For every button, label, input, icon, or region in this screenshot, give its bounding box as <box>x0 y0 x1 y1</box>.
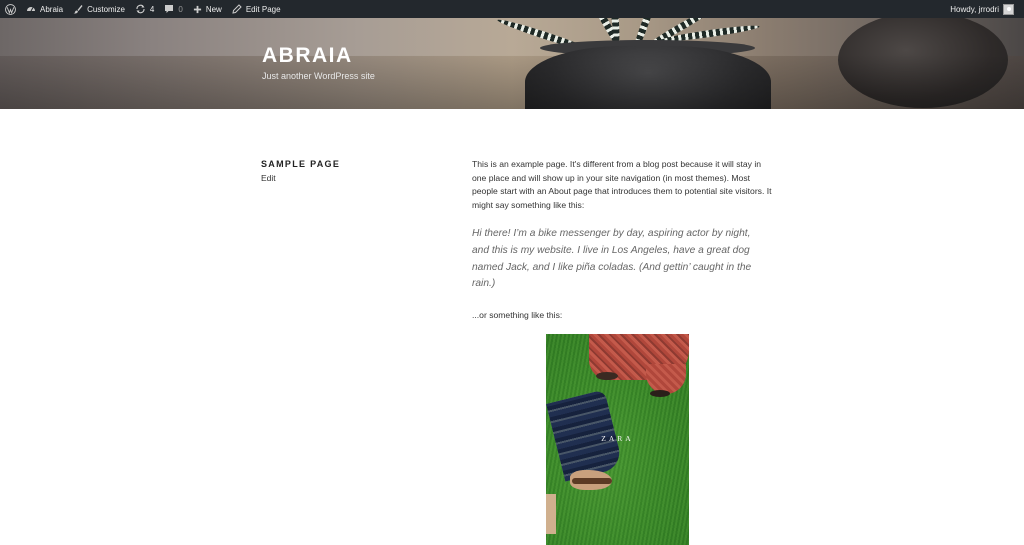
page-title: SAMPLE PAGE <box>261 159 341 169</box>
image-shoe <box>596 372 618 380</box>
pencil-icon <box>232 4 242 14</box>
wordpress-menu[interactable] <box>0 0 21 18</box>
refresh-icon <box>136 4 145 14</box>
site-name-label: Abraia <box>40 4 64 14</box>
admin-bar: Abraia Customize 4 0 New Edit Page Howdy… <box>0 0 1024 18</box>
plus-icon <box>193 5 201 13</box>
image-leg <box>546 494 556 534</box>
header-shade <box>0 18 1024 109</box>
new-label: New <box>205 4 222 14</box>
image-brand-text: ZARA <box>601 434 634 443</box>
customize-label: Customize <box>87 4 125 14</box>
intro-paragraph: This is an example page. It's different … <box>472 159 772 210</box>
dashboard-icon <box>27 7 35 12</box>
page-image: ZARA <box>546 334 689 545</box>
updates-link[interactable]: 4 <box>130 0 159 18</box>
paintbrush-icon <box>73 5 83 14</box>
comment-icon <box>165 5 174 13</box>
site-name-menu[interactable]: Abraia <box>21 0 68 18</box>
avatar <box>1003 3 1014 15</box>
comments-count: 0 <box>178 4 183 14</box>
edit-page-label: Edit Page <box>245 4 281 14</box>
site-description: Just another WordPress site <box>262 71 375 81</box>
image-sandal <box>572 478 612 484</box>
edit-link[interactable]: Edit <box>261 173 276 183</box>
image-shoe <box>650 390 670 397</box>
site-title[interactable]: ABRAIA <box>262 44 353 68</box>
wordpress-icon <box>5 3 16 15</box>
blockquote: Hi there! I’m a bike messenger by day, a… <box>472 228 752 290</box>
updates-count: 4 <box>149 4 155 14</box>
edit-page-link[interactable]: Edit Page <box>227 0 286 18</box>
site-header: ABRAIA Just another WordPress site <box>0 18 1024 109</box>
my-account-menu[interactable]: Howdy, jrrodri <box>945 0 1024 18</box>
comments-link[interactable]: 0 <box>159 0 187 18</box>
customize-link[interactable]: Customize <box>68 0 130 18</box>
new-content-menu[interactable]: New <box>188 0 227 18</box>
or-something-text: ...or something like this: <box>472 310 563 320</box>
greeting-label: Howdy, jrrodri <box>950 4 999 14</box>
